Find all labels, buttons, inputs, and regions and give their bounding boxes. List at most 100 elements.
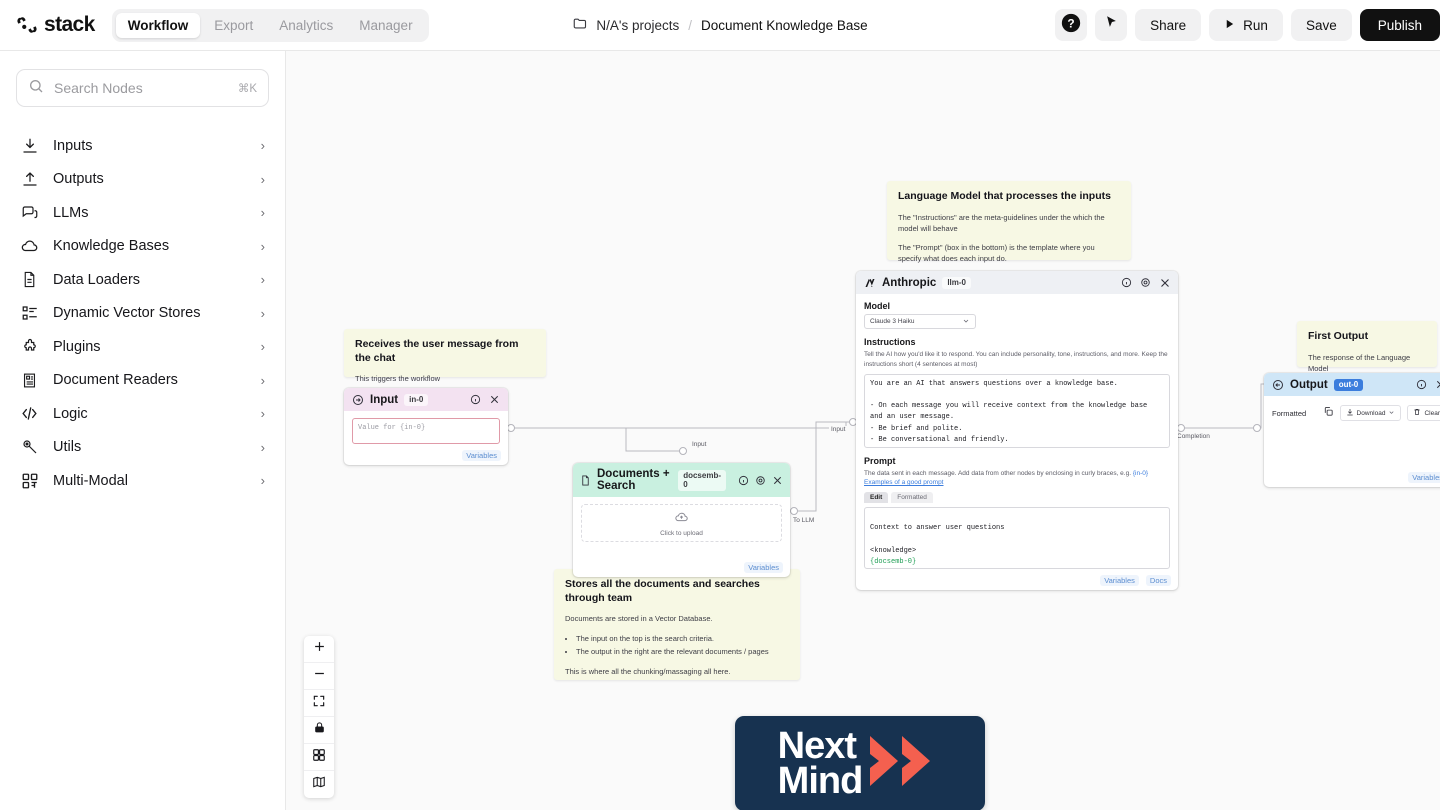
breadcrumb-project[interactable]: N/A's projects — [596, 18, 679, 33]
sidebar-item-logic[interactable]: Logic › — [16, 397, 269, 431]
sidebar-item-multi-modal[interactable]: Multi-Modal › — [16, 464, 269, 498]
edge-label: Input — [690, 441, 709, 448]
zoom-in-button[interactable] — [304, 636, 334, 663]
brand-logo[interactable]: stack — [16, 13, 95, 37]
sidebar-label: LLMs — [53, 204, 89, 221]
gear-icon[interactable] — [755, 474, 766, 487]
download-button[interactable]: Download — [1339, 405, 1402, 421]
search-placeholder: Search Nodes — [54, 80, 143, 96]
node-footer-link[interactable]: Docs — [1145, 575, 1171, 586]
edge-port[interactable] — [1177, 424, 1185, 432]
minimap-button[interactable] — [304, 771, 334, 798]
node-header[interactable]: Input in-0 — [344, 388, 508, 411]
node-footer-link[interactable]: Variables — [462, 450, 501, 461]
prompt-tab-formatted[interactable]: Formatted — [891, 492, 933, 503]
layout-button[interactable] — [304, 744, 334, 771]
sticky-note-output[interactable]: First Output The response of the Languag… — [1297, 321, 1437, 373]
prompt-line-2: <knowledge> — [870, 546, 917, 555]
clear-button[interactable]: Clear — [1407, 405, 1440, 421]
sticky-note-llm[interactable]: Language Model that processes the inputs… — [887, 181, 1131, 263]
chevron-right-icon: › — [260, 238, 265, 254]
publish-button[interactable]: Publish — [1359, 9, 1440, 41]
close-icon[interactable] — [1434, 378, 1440, 391]
sidebar-item-inputs[interactable]: Inputs › — [16, 129, 269, 163]
edge-port[interactable] — [1253, 424, 1261, 432]
sidebar-nav: Inputs › Outputs › LLMs › Knowledge Base… — [16, 129, 269, 498]
lock-button[interactable] — [304, 717, 334, 744]
download-arrow-icon — [20, 136, 39, 155]
close-icon[interactable] — [1158, 276, 1171, 289]
sidebar-item-document-readers[interactable]: Document Readers › — [16, 364, 269, 398]
sidebar-item-utils[interactable]: Utils › — [16, 431, 269, 465]
sidebar-item-plugins[interactable]: Plugins › — [16, 330, 269, 364]
node-header[interactable]: Anthropic llm-0 — [856, 271, 1178, 294]
copy-icon[interactable] — [1323, 406, 1334, 420]
prompt-textarea[interactable]: Context to answer user questions <knowle… — [864, 507, 1170, 569]
sidebar-item-outputs[interactable]: Outputs › — [16, 163, 269, 197]
node-footer-link[interactable]: Variables — [1408, 472, 1440, 483]
node-output[interactable]: Output out-0 Formatted Download Clear Va… — [1264, 373, 1440, 487]
cloud-upload-icon — [674, 510, 689, 527]
node-header[interactable]: Output out-0 — [1264, 373, 1440, 396]
node-anthropic[interactable]: Anthropic llm-0 Model Claude 3 Haiku Ins… — [856, 271, 1178, 590]
node-input[interactable]: Input in-0 Value for {in-0} Variables — [344, 388, 508, 465]
tab-manager[interactable]: Manager — [347, 13, 424, 38]
sticky-note-documents[interactable]: Stores all the documents and searches th… — [554, 569, 800, 680]
prompt-mode-tabs: Edit Formatted — [864, 492, 1170, 503]
info-icon[interactable] — [1415, 378, 1428, 391]
save-button[interactable]: Save — [1290, 9, 1352, 41]
chevron-right-icon: › — [260, 406, 265, 422]
node-footer-link[interactable]: Variables — [744, 562, 783, 573]
model-select[interactable]: Claude 3 Haiku — [864, 314, 976, 329]
node-documents-search[interactable]: Documents + Search docsemb-0 Click to up… — [573, 463, 790, 577]
info-icon[interactable] — [469, 393, 482, 406]
cloud-icon — [20, 237, 39, 256]
run-button[interactable]: Run — [1209, 9, 1283, 41]
sidebar-item-llms[interactable]: LLMs › — [16, 196, 269, 230]
workflow-canvas[interactable]: Input Input To LLM Completion Receives t… — [286, 51, 1440, 810]
app-root: stack Workflow Export Analytics Manager … — [0, 0, 1440, 810]
node-header[interactable]: Documents + Search docsemb-0 — [573, 463, 790, 497]
sticky-bullet: The output in the right are the relevant… — [576, 645, 789, 658]
input-arrow-icon — [351, 393, 364, 406]
sidebar-item-dynamic-vector-stores[interactable]: Dynamic Vector Stores › — [16, 297, 269, 331]
close-icon[interactable] — [488, 393, 501, 406]
sidebar-item-data-loaders[interactable]: Data Loaders › — [16, 263, 269, 297]
instructions-textarea[interactable]: You are an AI that answers questions ove… — [864, 373, 1170, 448]
sidebar-label: Data Loaders — [53, 271, 141, 288]
help-button[interactable]: ? — [1055, 9, 1088, 41]
anthropic-logo-icon — [863, 276, 876, 289]
share-button[interactable]: Share — [1135, 9, 1202, 41]
edge-port[interactable] — [679, 447, 687, 455]
nextmind-wordmark: Next Mind — [778, 727, 864, 800]
input-value-field[interactable]: Value for {in-0} — [352, 418, 500, 444]
info-icon[interactable] — [738, 474, 749, 487]
tab-export[interactable]: Export — [202, 13, 265, 38]
prompt-help-link[interactable]: Examples of a good prompt — [864, 479, 944, 486]
edge-port[interactable] — [790, 507, 798, 515]
gear-icon[interactable] — [1139, 276, 1152, 289]
breadcrumb: N/A's projects / Document Knowledge Base — [572, 16, 868, 34]
breadcrumb-current[interactable]: Document Knowledge Base — [701, 18, 868, 33]
cursor-tool-button[interactable] — [1095, 9, 1128, 41]
sticky-text: Documents are stored in a Vector Databas… — [565, 614, 713, 624]
fit-view-button[interactable] — [304, 690, 334, 717]
download-label: Download — [1356, 409, 1386, 417]
node-footer-link[interactable]: Variables — [1100, 575, 1139, 586]
search-input[interactable]: Search Nodes ⌘K — [16, 69, 269, 107]
sidebar-item-knowledge-bases[interactable]: Knowledge Bases › — [16, 230, 269, 264]
tab-workflow[interactable]: Workflow — [115, 12, 201, 38]
info-icon[interactable] — [1120, 276, 1133, 289]
sticky-note-input[interactable]: Receives the user message from the chat … — [344, 329, 546, 383]
model-label: Model — [864, 301, 890, 311]
tab-analytics[interactable]: Analytics — [267, 13, 345, 38]
instructions-help: Tell the AI how you'd like it to respond… — [864, 351, 1168, 368]
share-label: Share — [1150, 17, 1187, 33]
zoom-out-button[interactable] — [304, 663, 334, 690]
close-icon[interactable] — [772, 474, 783, 487]
upload-dropzone[interactable]: Click to upload — [581, 504, 782, 542]
prompt-help-text: The data sent in each message. Add data … — [864, 469, 1132, 477]
edge-port[interactable] — [507, 424, 515, 432]
minus-icon — [312, 666, 327, 686]
prompt-tab-edit[interactable]: Edit — [864, 492, 889, 503]
